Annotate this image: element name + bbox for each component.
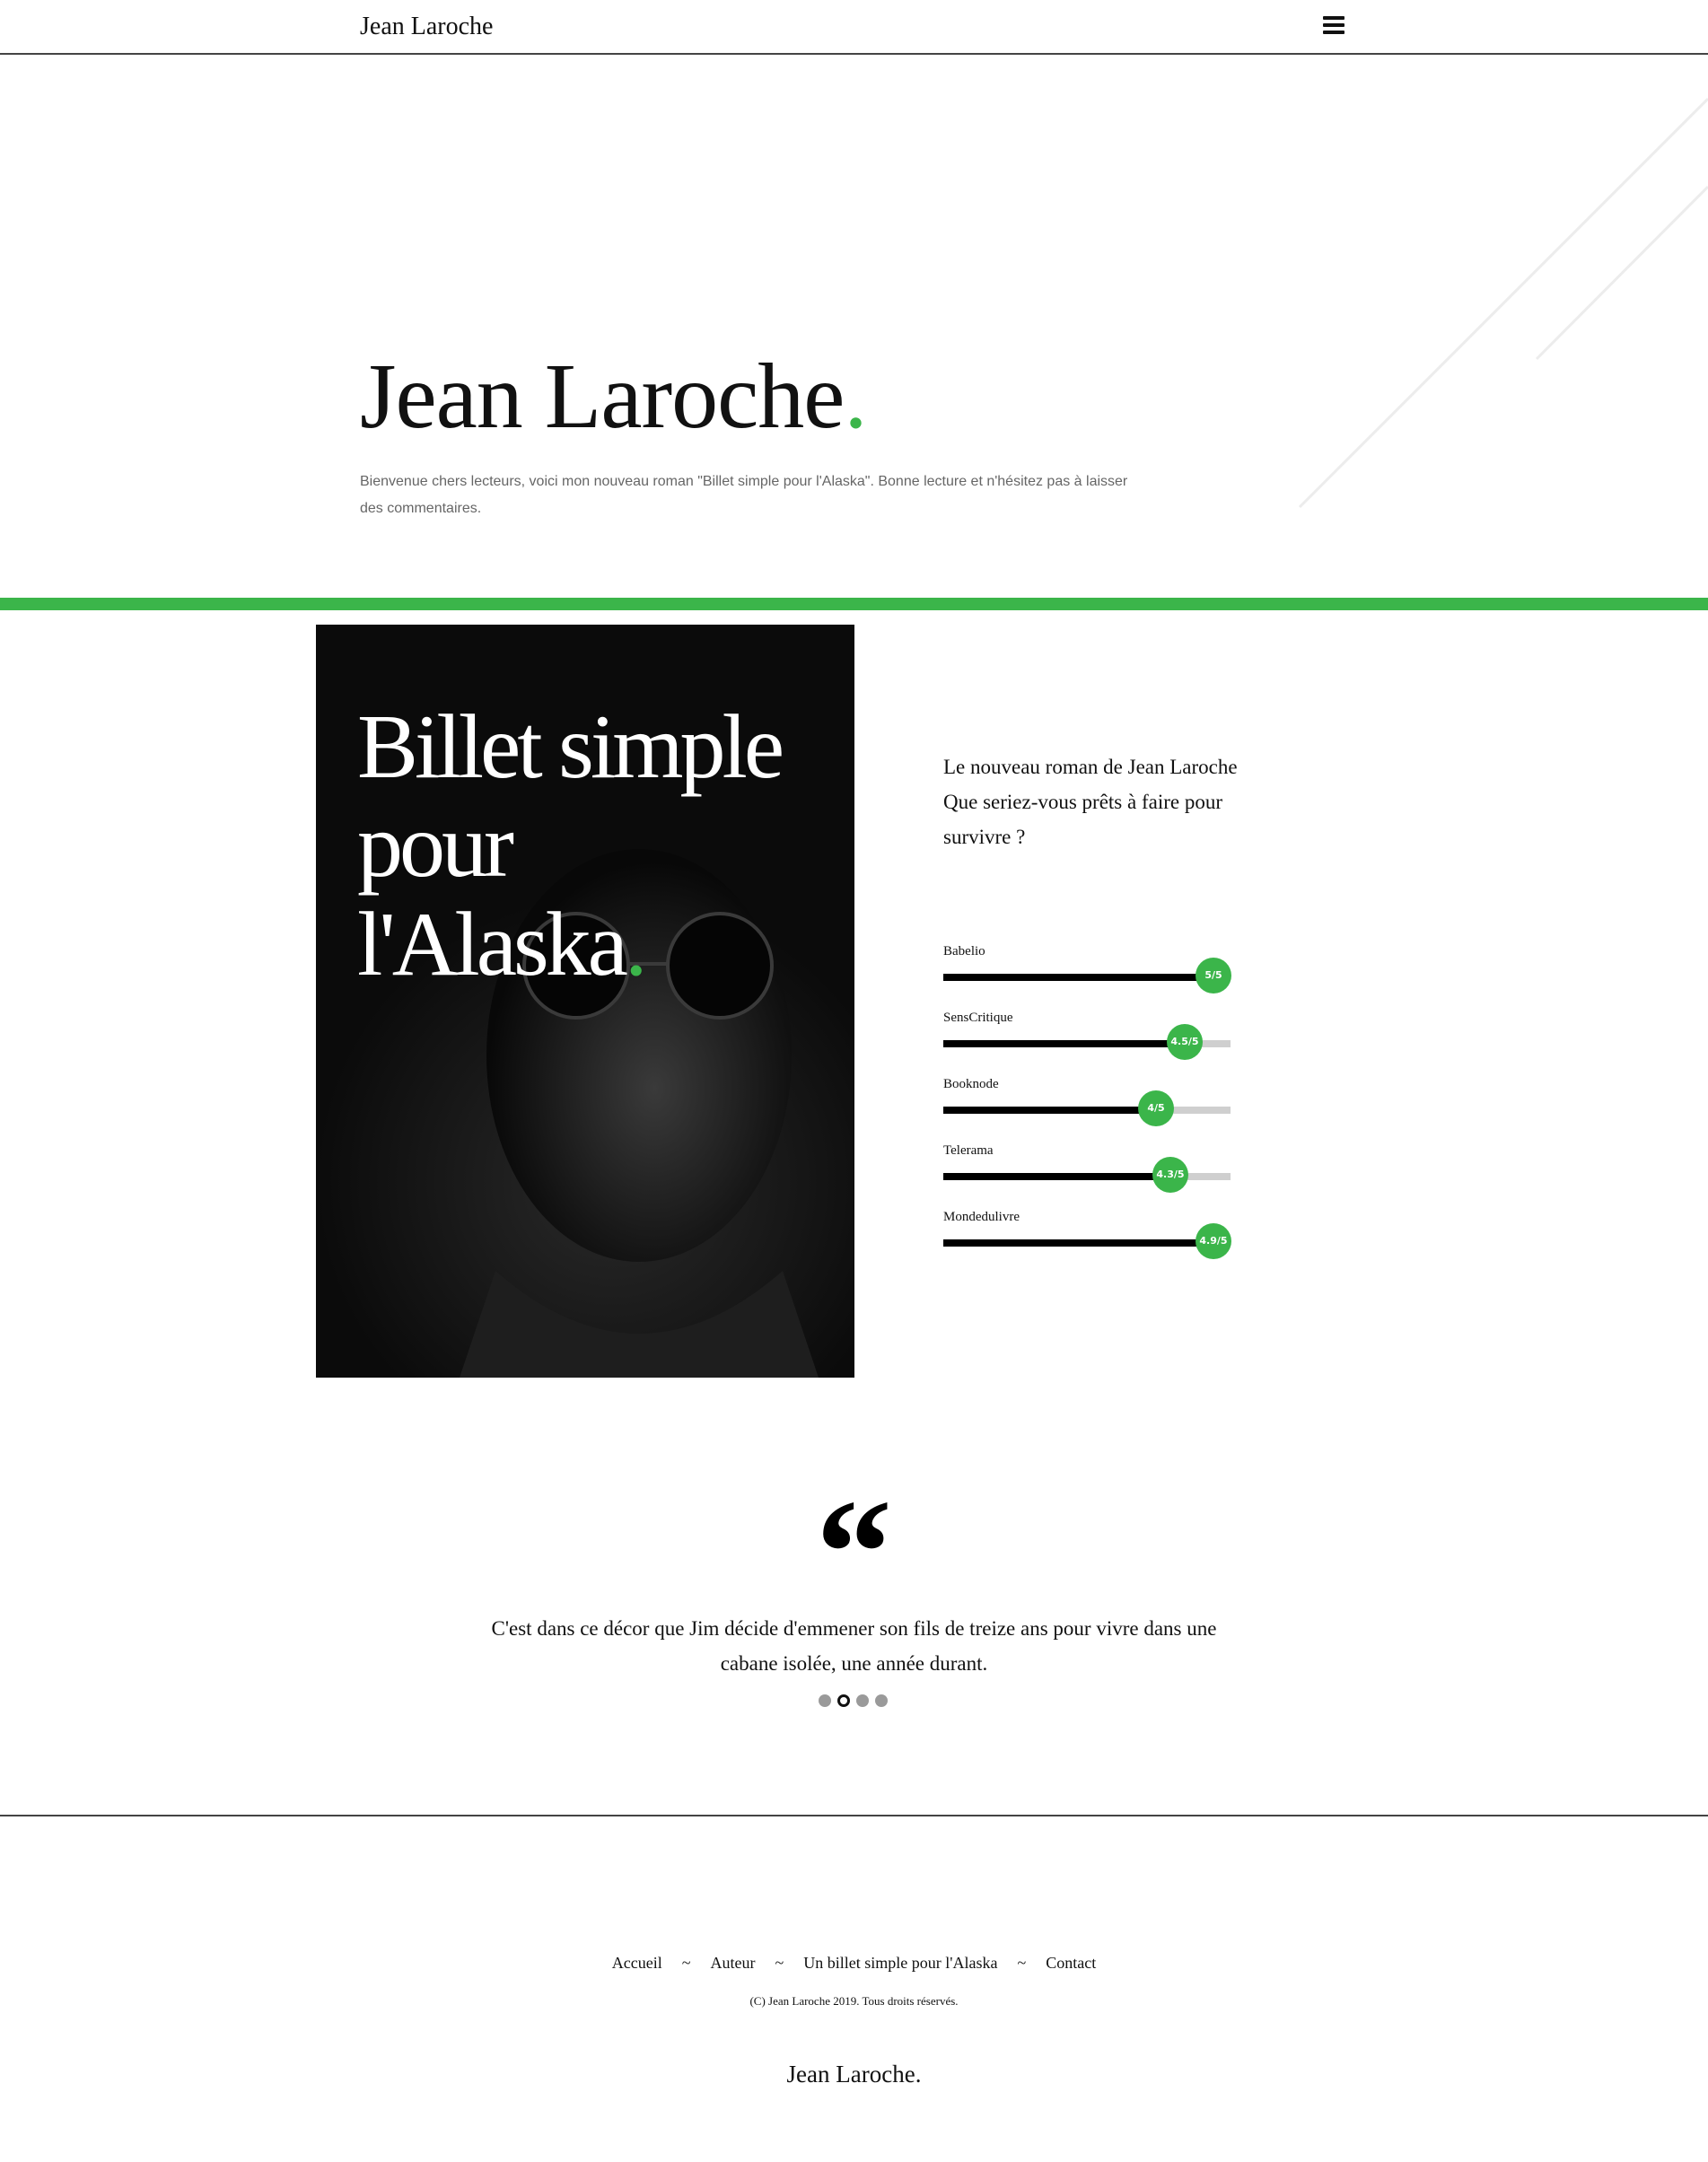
rating-booknode: Booknode 4/5	[943, 1077, 1232, 1131]
hero-title: Jean Laroche.	[360, 350, 867, 443]
footer-link-contact[interactable]: Contact	[1046, 1954, 1096, 1972]
footer-nav: Accueil ~ Auteur ~ Un billet simple pour l'A…	[0, 1954, 1708, 1973]
rating-mondedulivre: Mondedulivre 4.9/5	[943, 1210, 1232, 1264]
rating-score-badge: 5/5	[1196, 958, 1231, 993]
cover-title-line: pour	[357, 795, 514, 897]
description-line: Que seriez-vous prêts à faire pour	[943, 791, 1223, 813]
footer-divider	[0, 1815, 1708, 1816]
rating-fill	[943, 1107, 1156, 1114]
cover-title-line: Billet simple	[357, 696, 784, 798]
book-cover: Billet simple pour l'Alaska.	[316, 625, 854, 1378]
header-brand-link[interactable]: Jean Laroche	[360, 13, 493, 41]
rating-telerama: Telerama 4.3/5	[943, 1143, 1232, 1197]
rating-score-badge: 4/5	[1138, 1090, 1174, 1126]
green-divider-band	[0, 598, 1708, 610]
carousel-pagination	[819, 1694, 890, 1709]
cover-title-line-text: l'Alaska	[357, 894, 628, 995]
testimonial-quote: C'est dans ce décor que Jim décide d'emm…	[449, 1611, 1259, 1681]
quote-line: C'est dans ce décor que Jim décide d'emm…	[491, 1617, 1217, 1640]
rating-label: Mondedulivre	[943, 1210, 1020, 1224]
book-description: Le nouveau roman de Jean Laroche Que ser…	[943, 749, 1302, 854]
rating-track	[943, 1239, 1231, 1247]
cover-title-dot: .	[624, 894, 647, 995]
rating-track	[943, 1107, 1231, 1114]
hero-title-dot: .	[844, 345, 867, 448]
quote-line: cabane isolée, une année durant.	[720, 1652, 988, 1675]
rating-fill	[943, 1173, 1170, 1180]
rating-label: SensCritique	[943, 1011, 1013, 1025]
cover-title: Billet simple pour l'Alaska.	[357, 698, 842, 994]
cover-title-line: l'Alaska.	[357, 896, 842, 994]
top-navbar	[0, 0, 1708, 55]
rating-label: Telerama	[943, 1143, 994, 1158]
rating-fill	[943, 1239, 1213, 1247]
rating-fill	[943, 1040, 1185, 1047]
carousel-dot[interactable]	[875, 1694, 888, 1707]
carousel-dot[interactable]	[856, 1694, 869, 1707]
description-line: Le nouveau roman de Jean Laroche	[943, 756, 1238, 778]
description-line: survivre ?	[943, 826, 1026, 848]
rating-senscritique: SensCritique 4.5/5	[943, 1011, 1232, 1064]
footer-nav-separator: ~	[681, 1954, 691, 1972]
footer-nav-separator: ~	[775, 1954, 784, 1972]
rating-score-badge: 4.9/5	[1196, 1223, 1231, 1259]
footer-link-accueil[interactable]: Accueil	[612, 1954, 662, 1972]
quote-mark-icon: “	[816, 1468, 892, 1637]
footer-brand: Jean Laroche.	[786, 2061, 922, 2088]
hamburger-menu-icon[interactable]	[1323, 16, 1345, 36]
rating-score-badge: 4.3/5	[1152, 1157, 1188, 1193]
carousel-dot[interactable]	[837, 1694, 850, 1707]
menu-bar-bottom	[1323, 31, 1345, 34]
carousel-dot[interactable]	[819, 1694, 831, 1707]
menu-bar-middle	[1323, 23, 1345, 27]
footer-link-roman[interactable]: Un billet simple pour l'Alaska	[803, 1954, 997, 1972]
rating-track	[943, 974, 1231, 981]
rating-fill	[943, 974, 1213, 981]
decorative-diagonal-lines	[1298, 97, 1708, 509]
footer-link-auteur[interactable]: Auteur	[711, 1954, 756, 1972]
hero-title-text: Jean Laroche	[360, 345, 845, 448]
hero-intro-text: Bienvenue chers lecteurs, voici mon nouv…	[360, 474, 1128, 516]
footer-nav-separator: ~	[1017, 1954, 1027, 1972]
rating-score-badge: 4.5/5	[1167, 1024, 1203, 1060]
rating-label: Booknode	[943, 1077, 999, 1091]
copyright-notice: (C) Jean Laroche 2019. Tous droits réser…	[749, 1994, 959, 2008]
rating-label: Babelio	[943, 944, 985, 958]
menu-bar-top	[1323, 16, 1345, 20]
rating-babelio: Babelio 5/5	[943, 944, 1232, 998]
